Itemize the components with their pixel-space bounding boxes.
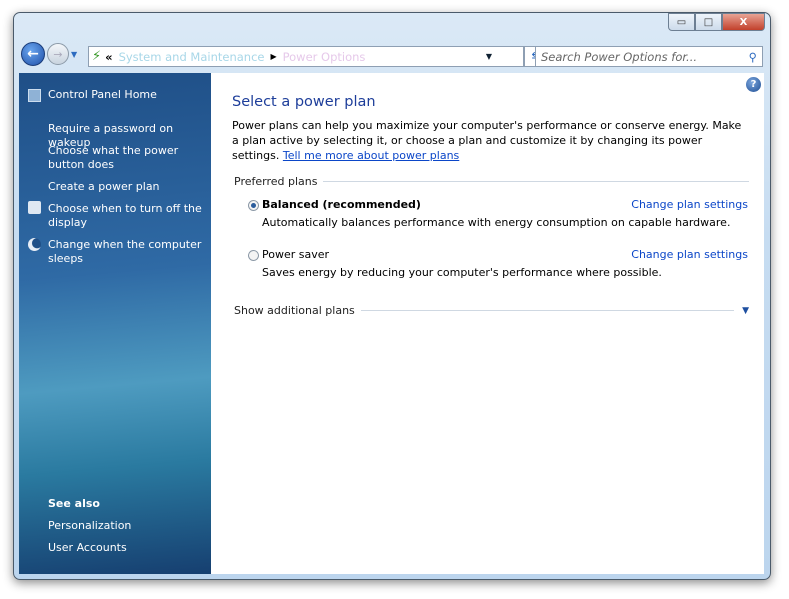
plan-name[interactable]: Power saver: [262, 248, 329, 261]
power-saver-radio[interactable]: [248, 250, 259, 261]
task-power-button[interactable]: Choose what the power button does: [48, 144, 208, 172]
task-create-plan[interactable]: Create a power plan: [48, 180, 208, 194]
content-pane: ? Select a power plan Power plans can he…: [211, 73, 764, 574]
crumb-power-options[interactable]: Power Options: [283, 50, 366, 64]
see-also-heading: See also: [48, 497, 100, 510]
preferred-plans-header: Preferred plans: [234, 175, 749, 188]
moon-icon: [28, 238, 41, 251]
back-button[interactable]: ←: [21, 42, 45, 66]
plan-description: Saves energy by reducing your computer's…: [262, 266, 662, 279]
maximize-button[interactable]: □: [695, 13, 722, 31]
search-icon[interactable]: ⚲: [749, 50, 757, 64]
learn-more-link[interactable]: Tell me more about power plans: [283, 149, 459, 162]
power-options-icon: ⚡: [92, 49, 102, 64]
page-title: Select a power plan: [232, 94, 376, 110]
crumb-system-maintenance[interactable]: System and Maintenance: [119, 50, 265, 64]
plan-name[interactable]: Balanced (recommended): [262, 198, 421, 211]
power-options-window: ▭ □ X ← → ▼ ⚡ « System and Maintenance ▶…: [13, 12, 771, 580]
balanced-radio[interactable]: [248, 200, 259, 211]
show-additional-plans[interactable]: Show additional plans ▼: [234, 304, 749, 317]
help-icon[interactable]: ?: [746, 77, 761, 92]
display-clock-icon: [28, 201, 41, 214]
control-panel-home-link[interactable]: Control Panel Home: [48, 88, 208, 102]
link-user-accounts[interactable]: User Accounts: [48, 541, 208, 555]
navigation-buttons: ← → ▼: [21, 42, 77, 66]
control-panel-icon: [28, 89, 41, 102]
task-turn-off-display[interactable]: Choose when to turn off the display: [48, 202, 208, 230]
caption-buttons: ▭ □ X: [668, 13, 765, 31]
search-placeholder: Search Power Options for...: [541, 50, 698, 64]
minimize-button[interactable]: ▭: [668, 13, 695, 31]
change-plan-settings-link[interactable]: Change plan settings: [631, 198, 748, 211]
link-personalization[interactable]: Personalization: [48, 519, 208, 533]
chevron-down-icon[interactable]: ▼: [742, 306, 749, 316]
additional-plans-label[interactable]: Show additional plans: [234, 304, 355, 317]
search-input[interactable]: Search Power Options for... ⚲: [535, 46, 763, 67]
address-dropdown-icon[interactable]: ▼: [479, 47, 499, 66]
recent-pages-dropdown[interactable]: ▼: [71, 50, 77, 59]
task-sleep[interactable]: Change when the computer sleeps: [48, 238, 208, 266]
forward-button[interactable]: →: [47, 43, 69, 65]
page-description: Power plans can help you maximize your c…: [232, 118, 747, 163]
preferred-plans-label: Preferred plans: [234, 175, 318, 188]
plan-description: Automatically balances performance with …: [262, 216, 731, 229]
change-plan-settings-link[interactable]: Change plan settings: [631, 248, 748, 261]
chevrons[interactable]: «: [105, 50, 112, 64]
address-bar[interactable]: ⚡ « System and Maintenance ▶ Power Optio…: [88, 46, 524, 67]
close-button[interactable]: X: [722, 13, 765, 31]
crumb-separator[interactable]: ▶: [270, 52, 276, 61]
task-pane: Control Panel Home Require a password on…: [19, 73, 211, 574]
